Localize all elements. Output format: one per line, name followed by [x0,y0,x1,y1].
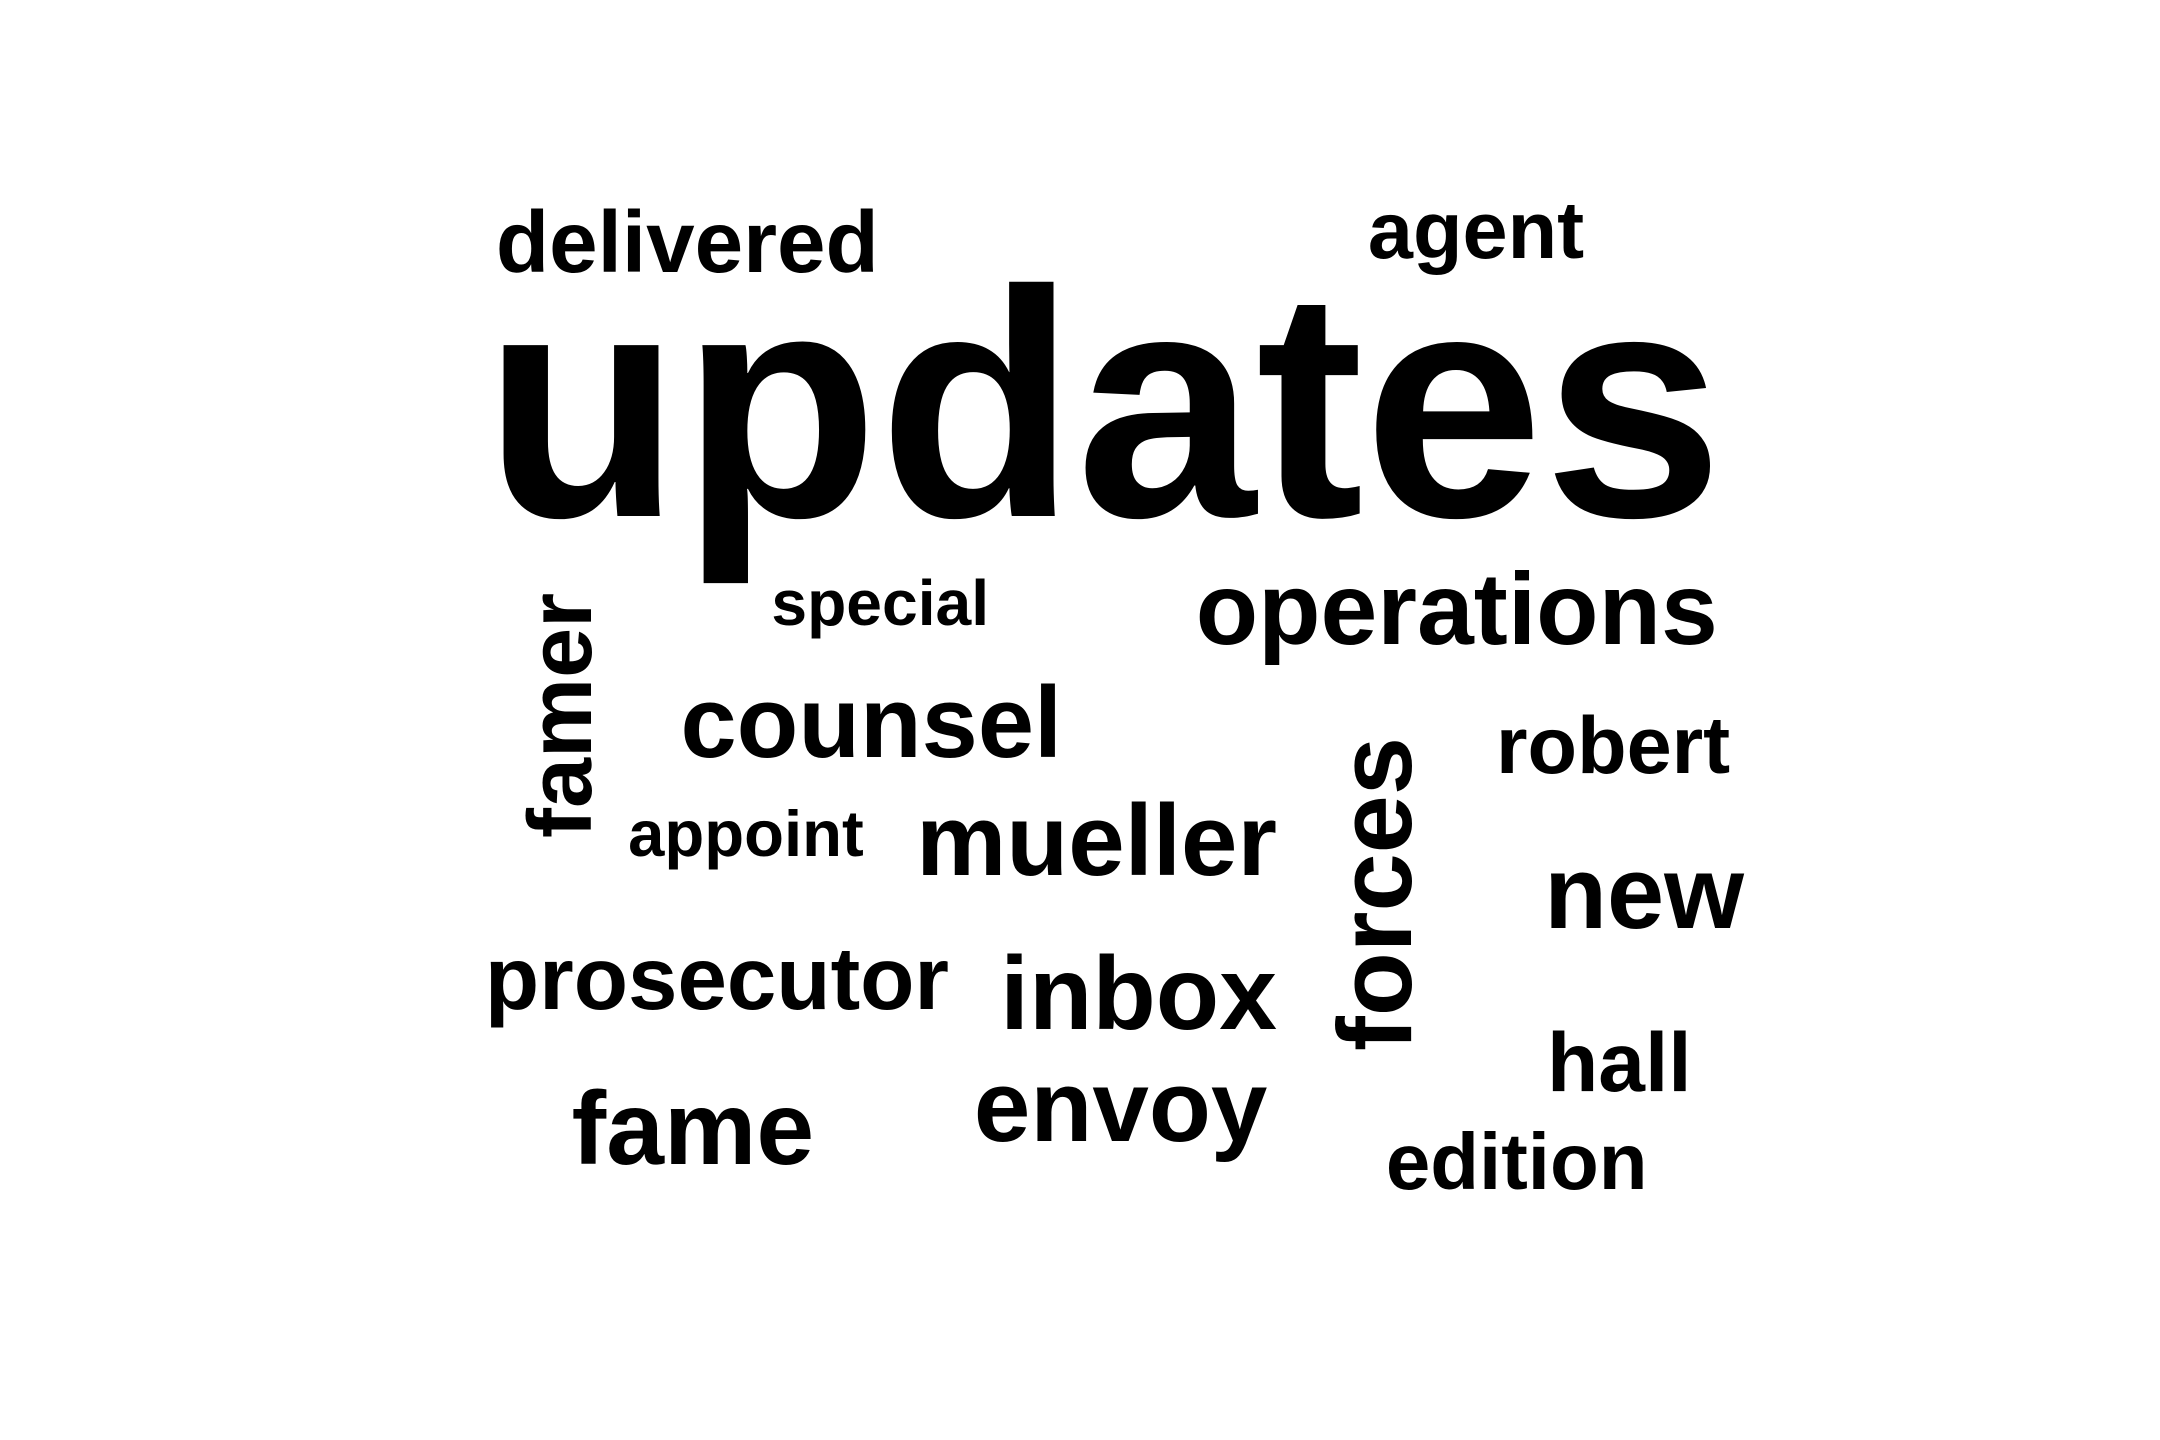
word-new: new [1544,835,1744,951]
word-prosecutor: prosecutor [484,928,950,1028]
word-hall: hall [1546,1014,1692,1109]
word-forces: forces [1317,737,1435,1052]
word-inbox: inbox [1000,936,1277,1053]
word-edition: edition [1385,1117,1648,1207]
word-famer: famer [511,592,612,838]
word-fame: fame [571,1071,815,1188]
word-counsel: counsel [680,667,1063,780]
word-delivered: delivered [495,194,879,292]
word-operations: operations [1195,551,1718,666]
word-cloud: updates delivered agent special operatio… [0,0,2160,1440]
word-envoy: envoy [973,1048,1268,1163]
word-appoint: appoint [628,796,864,870]
word-mueller: mueller [916,782,1277,897]
word-special: special [771,567,990,640]
word-updates: updates [483,223,1724,586]
word-robert: robert [1496,701,1731,792]
word-agent: agent [1367,186,1585,277]
